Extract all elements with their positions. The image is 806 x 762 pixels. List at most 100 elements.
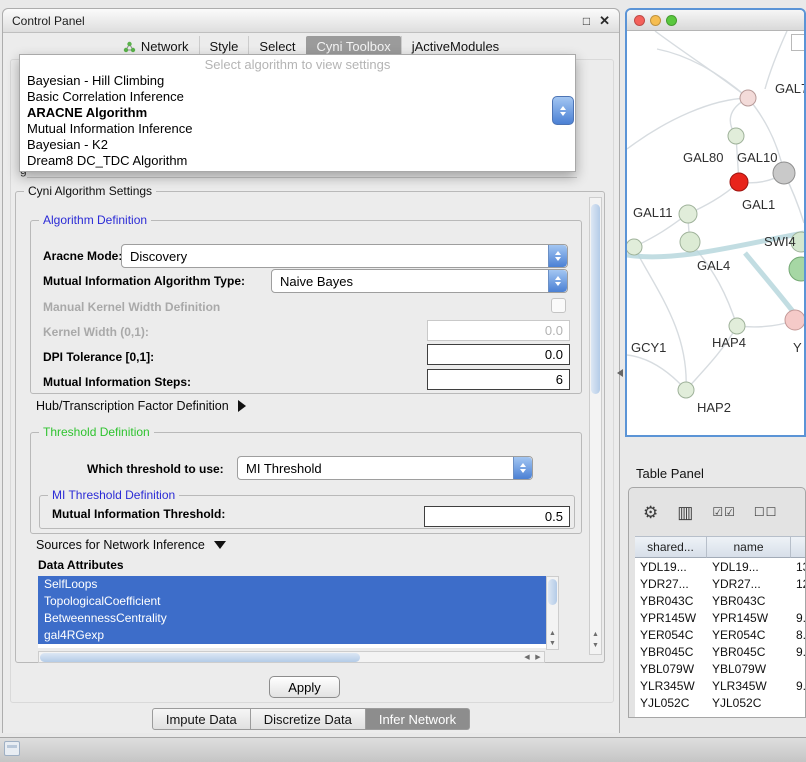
combobox-value: Discovery — [122, 249, 548, 264]
network-node[interactable] — [679, 205, 697, 223]
network-toolbar-fragment — [791, 34, 805, 51]
which-threshold-label: Which threshold to use: — [87, 462, 224, 476]
settings-vertical-scrollbar[interactable]: ▲ ▼ — [589, 197, 602, 655]
scroll-down-icon[interactable]: ▼ — [547, 639, 558, 648]
table-cell: YDL19... — [635, 558, 707, 575]
mi-threshold-group-title: MI Threshold Definition — [48, 488, 179, 502]
algorithm-option[interactable]: Bayesian - K2 — [20, 137, 575, 153]
hub-section-header[interactable]: Hub/Transcription Factor Definition — [36, 399, 246, 413]
aracne-mode-combobox[interactable]: Discovery — [121, 244, 568, 268]
control-panel-window: Control Panel □ ✕ Network Style Select C… — [2, 8, 620, 733]
network-window-titlebar — [627, 10, 804, 31]
kernel-width-field[interactable]: 0.0 — [427, 320, 570, 341]
table-row[interactable]: YDR27...YDR27...12 — [635, 575, 805, 592]
tab-infer-network[interactable]: Infer Network — [366, 708, 470, 730]
mi-threshold-group: MI Threshold Definition Mutual Informati… — [39, 495, 575, 529]
tab-label: Cyni Toolbox — [317, 39, 391, 54]
sources-section-header[interactable]: Sources for Network Inference — [36, 538, 226, 552]
mi-type-label: Mutual Information Algorithm Type: — [43, 274, 245, 288]
threshold-type-combobox[interactable]: MI Threshold — [237, 456, 533, 480]
table-cell: YLR345W — [707, 677, 791, 694]
algorithm-option[interactable]: Mutual Information Inference — [20, 121, 575, 137]
network-node[interactable] — [740, 90, 756, 106]
network-node[interactable] — [785, 310, 804, 330]
tab-label: Infer Network — [379, 712, 456, 727]
combobox-arrows-icon — [513, 457, 532, 479]
table-cell: YJL052C — [635, 694, 707, 711]
column-header-name[interactable]: name — [707, 536, 791, 558]
column-header-clipped[interactable] — [791, 536, 805, 558]
dpi-tolerance-field[interactable]: 0.0 — [427, 344, 570, 365]
scroll-up-icon[interactable]: ▲ — [547, 629, 558, 638]
scroll-down-icon[interactable]: ▼ — [590, 641, 601, 650]
mac-minimize-button[interactable] — [650, 15, 661, 26]
tab-label: Impute Data — [166, 712, 237, 727]
mi-threshold-field[interactable]: 0.5 — [424, 506, 570, 527]
minimized-window-icon[interactable] — [4, 741, 20, 756]
tab-label: Style — [210, 39, 239, 54]
table-row[interactable]: YBR045CYBR045C9. — [635, 643, 805, 660]
select-all-checkbox-icon[interactable]: ☑☑ — [712, 504, 736, 521]
network-node[interactable] — [789, 257, 804, 281]
table-row[interactable]: YLR345WYLR345W9. — [635, 677, 805, 694]
close-icon[interactable]: ✕ — [599, 15, 610, 27]
network-node[interactable] — [627, 239, 642, 255]
algorithm-option[interactable]: Dream8 DC_TDC Algorithm — [20, 153, 575, 169]
threshold-definition-group: Threshold Definition Which threshold to … — [30, 432, 582, 534]
attribute-list-horizontal-scrollbar[interactable]: ◀ ▶ — [38, 651, 545, 663]
table-row[interactable]: YBR043CYBR043C — [635, 592, 805, 609]
mi-algorithm-type-combobox[interactable]: Naive Bayes — [271, 269, 568, 293]
float-window-icon[interactable]: □ — [583, 15, 590, 27]
table-row[interactable]: YER054CYER054C8. — [635, 626, 805, 643]
scrollbar-thumb[interactable] — [548, 579, 557, 605]
data-attribute-item[interactable]: gal4RGexp — [38, 627, 546, 644]
network-node[interactable] — [773, 162, 795, 184]
gear-icon[interactable]: ⚙ — [643, 504, 659, 521]
data-attribute-item[interactable]: BetweennessCentrality — [38, 610, 546, 627]
tab-impute-data[interactable]: Impute Data — [152, 708, 251, 730]
attribute-list-vertical-scrollbar[interactable]: ▲ ▼ — [546, 576, 559, 650]
table-row[interactable]: YBL079WYBL079W — [635, 660, 805, 677]
algorithm-definition-title: Algorithm Definition — [39, 213, 151, 227]
scrollbar-thumb[interactable] — [591, 204, 600, 394]
table-header-row: shared... name — [635, 536, 805, 558]
table-row[interactable]: YDL19...YDL19...13 — [635, 558, 805, 575]
tab-discretize-data[interactable]: Discretize Data — [251, 708, 366, 730]
network-node[interactable] — [678, 382, 694, 398]
scroll-right-icon[interactable]: ▶ — [533, 653, 543, 662]
mi-steps-field[interactable]: 6 — [427, 369, 570, 390]
table-columns-icon[interactable]: ▥ — [677, 504, 694, 521]
mac-close-button[interactable] — [634, 15, 645, 26]
table-row[interactable]: YPR145WYPR145W9. — [635, 609, 805, 626]
panel-collapse-arrow[interactable] — [617, 369, 623, 377]
scroll-left-icon[interactable]: ◀ — [522, 653, 532, 662]
column-header-shared-name[interactable]: shared... — [635, 536, 707, 558]
hidden-groupbox-line — [27, 177, 577, 178]
algorithm-combobox-stepper[interactable] — [552, 96, 574, 125]
manual-kernel-checkbox[interactable] — [551, 298, 566, 313]
network-canvas[interactable]: GAL7GAL80GAL10GAL11GAL1SWI4GAL4GCY1HAP4Y… — [627, 31, 804, 435]
scrollbar-thumb[interactable] — [40, 653, 360, 662]
apply-button[interactable]: Apply — [269, 676, 340, 698]
mi-threshold-label: Mutual Information Threshold: — [52, 507, 225, 521]
traffic-lights — [634, 15, 677, 26]
data-attribute-item[interactable]: TopologicalCoefficient — [38, 593, 546, 610]
network-node[interactable] — [729, 318, 745, 334]
stepper-up-icon — [560, 106, 566, 110]
mac-zoom-button[interactable] — [666, 15, 677, 26]
table-row[interactable]: YJL052CYJL052C — [635, 694, 805, 711]
desktop: Control Panel □ ✕ Network Style Select C… — [0, 0, 806, 762]
table-cell: YBR045C — [635, 643, 707, 660]
network-node[interactable] — [730, 173, 748, 191]
network-node[interactable] — [728, 128, 744, 144]
algorithm-option[interactable]: Bayesian - Hill Climbing — [20, 73, 575, 89]
data-attribute-item[interactable]: SelfLoops — [38, 576, 546, 593]
aracne-mode-label: Aracne Mode: — [43, 249, 122, 263]
algorithm-option[interactable]: ARACNE Algorithm — [20, 105, 575, 121]
table-cell: YBR043C — [707, 592, 791, 609]
algorithm-option[interactable]: Basic Correlation Inference — [20, 89, 575, 105]
network-node[interactable] — [680, 232, 700, 252]
deselect-all-checkbox-icon[interactable]: ☐☐ — [754, 504, 778, 521]
scroll-up-icon[interactable]: ▲ — [590, 630, 601, 639]
algorithm-placeholder-option[interactable]: Select algorithm to view settings — [20, 57, 575, 73]
